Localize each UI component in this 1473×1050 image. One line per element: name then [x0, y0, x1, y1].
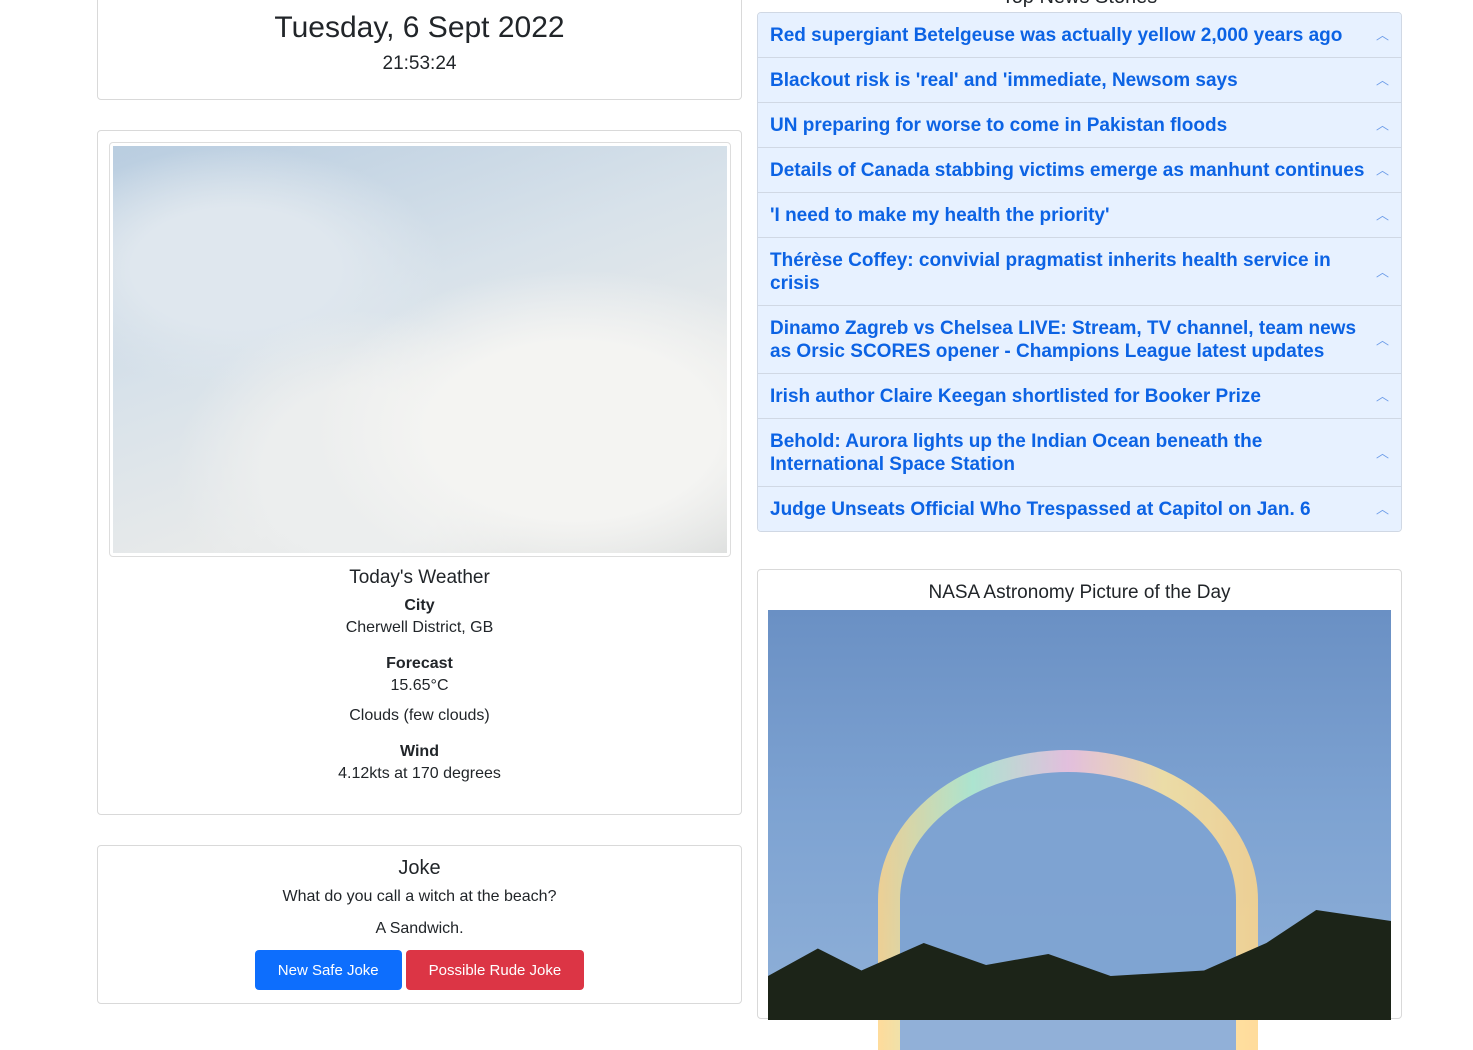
- news-accordion: Red supergiant Betelgeuse was actually y…: [757, 12, 1402, 532]
- joke-card: Joke What do you call a witch at the bea…: [97, 845, 742, 1004]
- news-title: Top News Stories: [757, 0, 1402, 9]
- weather-image: [109, 142, 731, 557]
- chevron-up-icon[interactable]: ︿: [1376, 24, 1389, 47]
- news-item[interactable]: Dinamo Zagreb vs Chelsea LIVE: Stream, T…: [758, 306, 1401, 374]
- news-headline[interactable]: Details of Canada stabbing victims emerg…: [770, 160, 1364, 181]
- news-item[interactable]: Red supergiant Betelgeuse was actually y…: [758, 13, 1401, 58]
- forecast-label: Forecast: [386, 655, 453, 672]
- news-headline[interactable]: Blackout risk is 'real' and 'immediate, …: [770, 70, 1238, 91]
- chevron-up-icon[interactable]: ︿: [1376, 159, 1389, 182]
- news-headline[interactable]: UN preparing for worse to come in Pakist…: [770, 115, 1227, 136]
- possible-rude-joke-button[interactable]: Possible Rude Joke: [405, 950, 585, 990]
- news-headline[interactable]: Behold: Aurora lights up the Indian Ocea…: [770, 431, 1262, 475]
- time-text: 21:53:24: [382, 53, 457, 74]
- news-item[interactable]: Thérèse Coffey: convivial pragmatist inh…: [758, 238, 1401, 306]
- chevron-up-icon[interactable]: ︿: [1376, 260, 1389, 283]
- chevron-up-icon[interactable]: ︿: [1376, 328, 1389, 351]
- chevron-up-icon[interactable]: ︿: [1376, 69, 1389, 92]
- chevron-up-icon[interactable]: ︿: [1376, 114, 1389, 137]
- news-headline[interactable]: 'I need to make my health the priority': [770, 205, 1110, 226]
- news-item[interactable]: Details of Canada stabbing victims emerg…: [758, 148, 1401, 193]
- news-headline[interactable]: Irish author Claire Keegan shortlisted f…: [770, 386, 1261, 407]
- news-item[interactable]: 'I need to make my health the priority' ︿: [758, 193, 1401, 238]
- chevron-up-icon[interactable]: ︿: [1376, 498, 1389, 521]
- wind-label: Wind: [400, 743, 439, 760]
- chevron-up-icon[interactable]: ︿: [1376, 204, 1389, 227]
- news-item[interactable]: UN preparing for worse to come in Pakist…: [758, 103, 1401, 148]
- chevron-up-icon[interactable]: ︿: [1376, 385, 1389, 408]
- news-headline[interactable]: Dinamo Zagreb vs Chelsea LIVE: Stream, T…: [770, 318, 1356, 362]
- new-safe-joke-button[interactable]: New Safe Joke: [254, 950, 402, 990]
- joke-punchline: A Sandwich.: [375, 920, 464, 937]
- news-item[interactable]: Blackout risk is 'real' and 'immediate, …: [758, 58, 1401, 103]
- wind-value: 4.12kts at 170 degrees: [338, 765, 501, 782]
- weather-card: Today's Weather City Cherwell District, …: [97, 130, 742, 815]
- joke-title: Joke: [398, 857, 441, 879]
- news-headline[interactable]: Red supergiant Betelgeuse was actually y…: [770, 25, 1342, 46]
- apod-image: [768, 610, 1391, 1050]
- date-text: Tuesday, 6 Sept 2022: [274, 11, 565, 44]
- news-item[interactable]: Behold: Aurora lights up the Indian Ocea…: [758, 419, 1401, 487]
- chevron-up-icon[interactable]: ︿: [1376, 441, 1389, 464]
- city-label: City: [404, 597, 435, 614]
- news-headline[interactable]: Judge Unseats Official Who Trespassed at…: [770, 499, 1311, 520]
- apod-title: NASA Astronomy Picture of the Day: [928, 582, 1231, 603]
- apod-card: NASA Astronomy Picture of the Day: [757, 569, 1402, 1050]
- datetime-card: Tuesday, 6 Sept 2022 21:53:24: [97, 0, 742, 100]
- city-value: Cherwell District, GB: [345, 619, 494, 636]
- news-headline[interactable]: Thérèse Coffey: convivial pragmatist inh…: [770, 250, 1331, 294]
- temperature-value: 15.65°C: [390, 677, 449, 694]
- news-item[interactable]: Judge Unseats Official Who Trespassed at…: [758, 487, 1401, 531]
- conditions-value: Clouds (few clouds): [349, 707, 490, 724]
- news-item[interactable]: Irish author Claire Keegan shortlisted f…: [758, 374, 1401, 419]
- joke-setup: What do you call a witch at the beach?: [282, 888, 557, 905]
- weather-title: Today's Weather: [349, 567, 490, 588]
